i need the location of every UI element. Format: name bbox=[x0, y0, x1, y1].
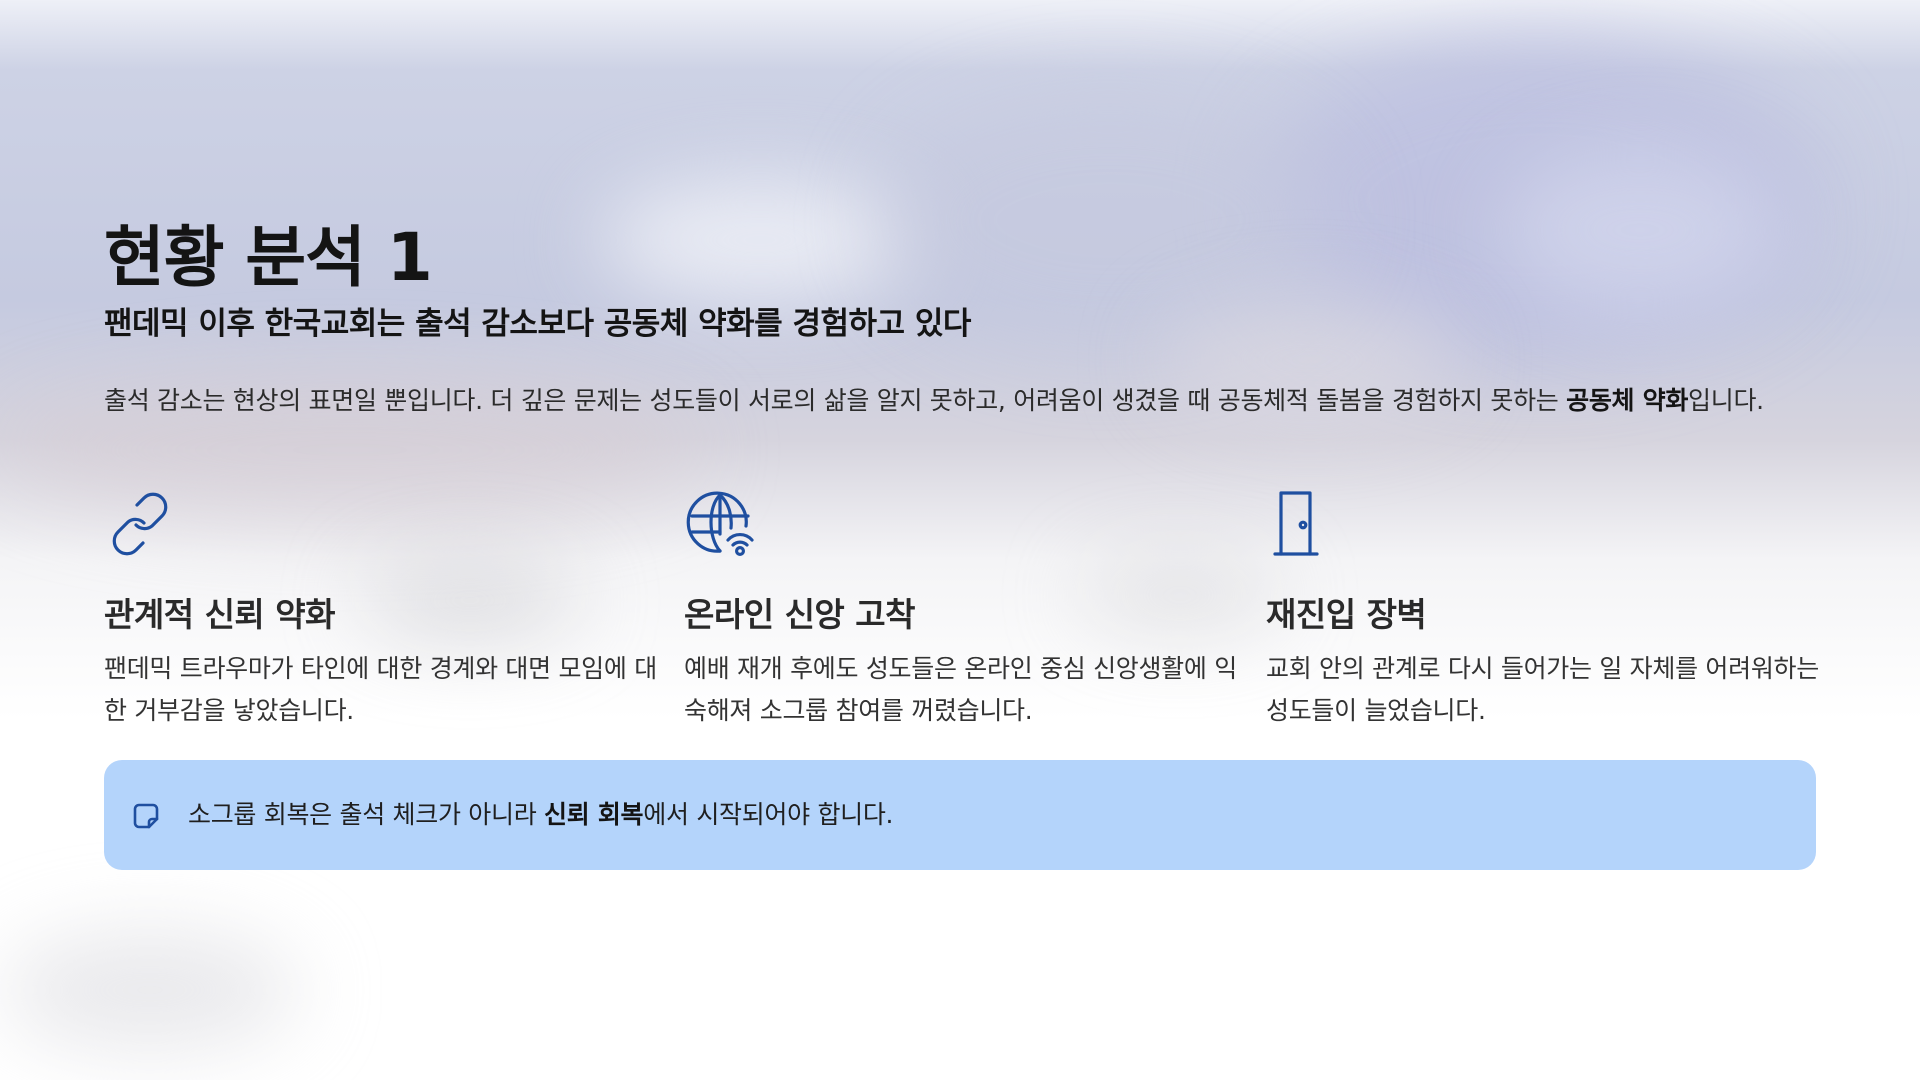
card-body: 예배 재개 후에도 성도들은 온라인 중심 신앙생활에 익숙해져 소그룹 참여를… bbox=[684, 654, 1237, 725]
card-body: 팬데믹 트라우마가 타인에 대한 경계와 대면 모임에 대한 거부감을 낳았습니… bbox=[104, 654, 657, 725]
callout-box: 소그룹 회복은 출석 체크가 아니라 신뢰 회복에서 시작되어야 합니다. bbox=[104, 760, 1816, 870]
background-blob bbox=[600, 180, 920, 300]
card-body: 교회 안의 관계로 다시 들어가는 일 자체를 어려워하는 성도들이 늘었습니다… bbox=[1266, 654, 1819, 725]
background-blob bbox=[0, 930, 300, 1050]
callout-text-end: 에서 시작되어야 합니다. bbox=[643, 800, 894, 829]
intro-emphasis: 공동체 약화 bbox=[1566, 386, 1689, 415]
chain-link-icon bbox=[104, 488, 176, 560]
card-relational-trust: 관계적 신뢰 약화 팬데믹 트라우마가 타인에 대한 경계와 대면 모임에 대한… bbox=[104, 488, 664, 725]
callout-text: 소그룹 회복은 출석 체크가 아니라 신뢰 회복에서 시작되어야 합니다. bbox=[188, 760, 894, 870]
cards-row: 관계적 신뢰 약화 팬데믹 트라우마가 타인에 대한 경계와 대면 모임에 대한… bbox=[104, 488, 1819, 728]
card-heading: 온라인 신앙 고착 bbox=[684, 595, 916, 634]
background-blob bbox=[1500, 150, 1780, 310]
callout-text-start: 소그룹 회복은 출석 체크가 아니라 bbox=[188, 800, 545, 829]
card-reentry-barrier: 재진입 장벽 교회 안의 관계로 다시 들어가는 일 자체를 어려워하는 성도들… bbox=[1266, 488, 1826, 725]
door-icon bbox=[1266, 488, 1338, 560]
intro-text-end: 입니다. bbox=[1688, 386, 1764, 415]
note-icon bbox=[132, 802, 160, 830]
slide-title: 현황 분석 1 bbox=[104, 219, 433, 296]
slide-subtitle: 팬데믹 이후 한국교회는 출석 감소보다 공동체 약화를 경험하고 있다 bbox=[104, 306, 971, 342]
card-heading: 재진입 장벽 bbox=[1266, 595, 1427, 634]
card-heading: 관계적 신뢰 약화 bbox=[104, 595, 336, 634]
callout-emphasis: 신뢰 회복 bbox=[544, 800, 644, 829]
intro-paragraph: 출석 감소는 현상의 표면일 뿐입니다. 더 깊은 문제는 성도들이 서로의 삶… bbox=[104, 380, 1816, 422]
intro-text: 출석 감소는 현상의 표면일 뿐입니다. 더 깊은 문제는 성도들이 서로의 삶… bbox=[104, 386, 1567, 415]
globe-wifi-icon bbox=[684, 488, 756, 560]
card-online-faith: 온라인 신앙 고착 예배 재개 후에도 성도들은 온라인 중심 신앙생활에 익숙… bbox=[684, 488, 1244, 725]
